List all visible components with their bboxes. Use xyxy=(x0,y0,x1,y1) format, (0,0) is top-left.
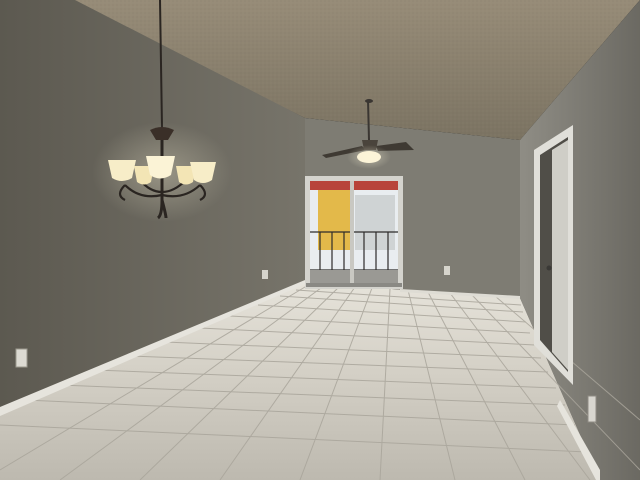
door-knob xyxy=(546,265,552,271)
wall-outlet-left xyxy=(15,348,28,368)
room-photo xyxy=(0,0,640,480)
lamp-shade-1 xyxy=(108,160,136,181)
sliding-glass-door xyxy=(305,176,403,289)
wall-outlet-left-upper xyxy=(262,270,268,279)
wall-outlet-back xyxy=(444,266,450,275)
wall-outlet-right xyxy=(587,395,597,423)
interior-door xyxy=(534,125,573,385)
lamp-shade-3 xyxy=(146,156,175,179)
balcony-yellow-wall xyxy=(318,190,352,250)
